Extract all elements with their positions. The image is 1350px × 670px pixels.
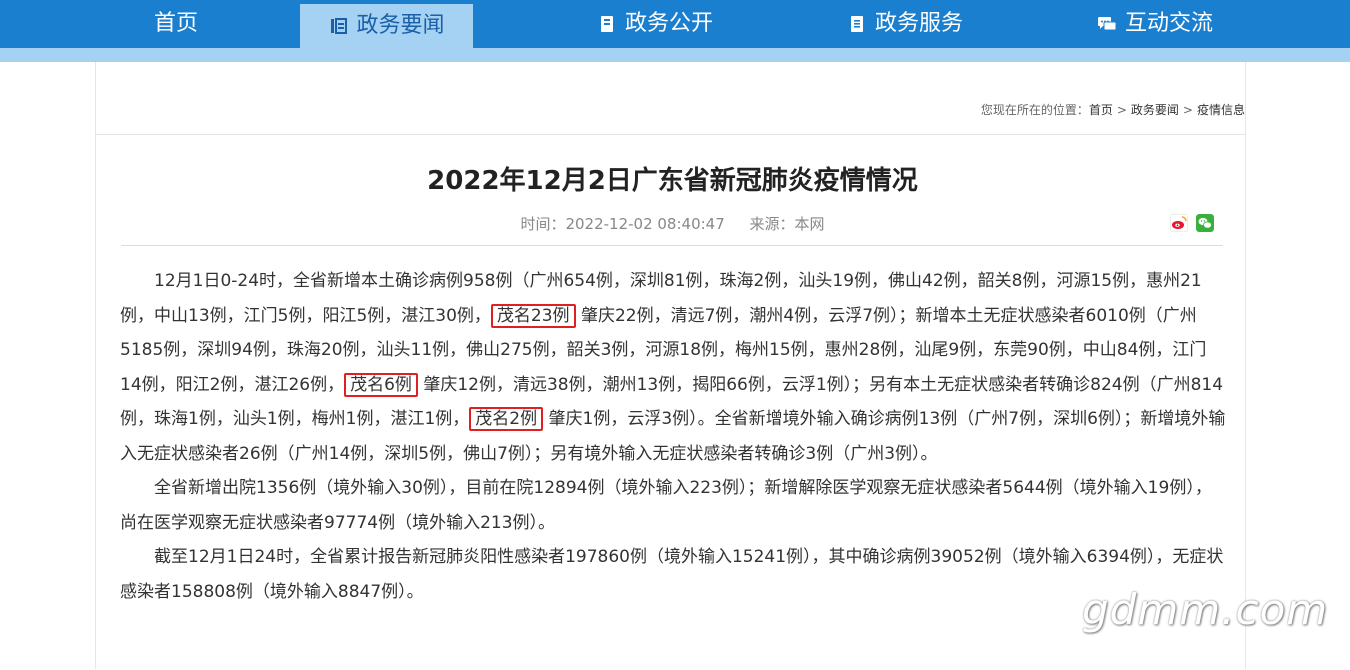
nav-item-home[interactable]: 首页	[70, 0, 282, 48]
highlight-box: 茂名6例	[344, 372, 418, 397]
highlight-box: 茂名23例	[490, 303, 576, 328]
nav-item-news[interactable]: 政务要闻	[300, 4, 473, 48]
site-watermark: gdmm.com	[1082, 585, 1329, 634]
nav-item-interaction[interactable]: 互动交流	[1060, 0, 1250, 48]
chat-bubbles-icon	[1097, 14, 1117, 34]
nav-item-service[interactable]: 政务服务	[810, 0, 1000, 48]
article-title: 2022年12月2日广东省新冠肺炎疫情情况	[427, 166, 918, 196]
paragraph-3: 截至12月1日24时，全省累计报告新冠肺炎阳性感染者197860例（境外输入15…	[120, 547, 1224, 602]
nav-item-disclosure[interactable]: 政务公开	[560, 0, 750, 48]
wechat-icon[interactable]	[1196, 214, 1214, 232]
breadcrumb-link-epidemic[interactable]: 疫情信息	[1197, 103, 1245, 117]
nav-item-label: 政务服务	[874, 11, 963, 36]
breadcrumb: 您现在所在的位置：首页 > 政务要闻 > 疫情信息	[981, 101, 1245, 118]
share-bar	[1170, 214, 1214, 232]
breadcrumb-separator: >	[1116, 103, 1127, 117]
breadcrumb-link-news[interactable]: 政务要闻	[1131, 103, 1179, 117]
news-list-icon	[328, 16, 348, 36]
breadcrumb-link-home[interactable]: 首页	[1089, 103, 1113, 117]
paragraph-1: 12月1日0-24时，全省新增本土确诊病例958例（广州654例，深圳81例，珠…	[120, 264, 1226, 471]
nav-item-label: 政务公开	[624, 11, 713, 36]
nav-item-label: 互动交流	[1124, 11, 1213, 36]
title-divider	[121, 245, 1223, 246]
article-time: 时间：2022-12-02 08:40:47	[520, 215, 725, 233]
navbar-underline-strip	[0, 48, 1350, 62]
breadcrumb-prefix: 您现在所在的位置：	[980, 103, 1089, 117]
article-source: 来源：本网	[749, 215, 825, 233]
paragraph-2: 全省新增出院1356例（境外输入30例），目前在院12894例（境外输入223例…	[120, 478, 1212, 533]
nav-item-label: 政务要闻	[356, 13, 445, 38]
document-icon	[847, 14, 867, 34]
article-meta: 时间：2022-12-02 08:40:47 来源：本网	[0, 213, 1345, 234]
weibo-icon[interactable]	[1170, 214, 1188, 232]
book-icon	[597, 14, 617, 34]
highlight-box: 茂名2例	[469, 407, 544, 431]
page-border-right	[1245, 62, 1246, 669]
breadcrumb-separator: >	[1182, 103, 1193, 117]
article-body: 12月1日0-24时，全省新增本土确诊病例958例（广州654例，深圳81例，珠…	[120, 264, 1226, 609]
nav-item-label: 首页	[153, 11, 198, 36]
